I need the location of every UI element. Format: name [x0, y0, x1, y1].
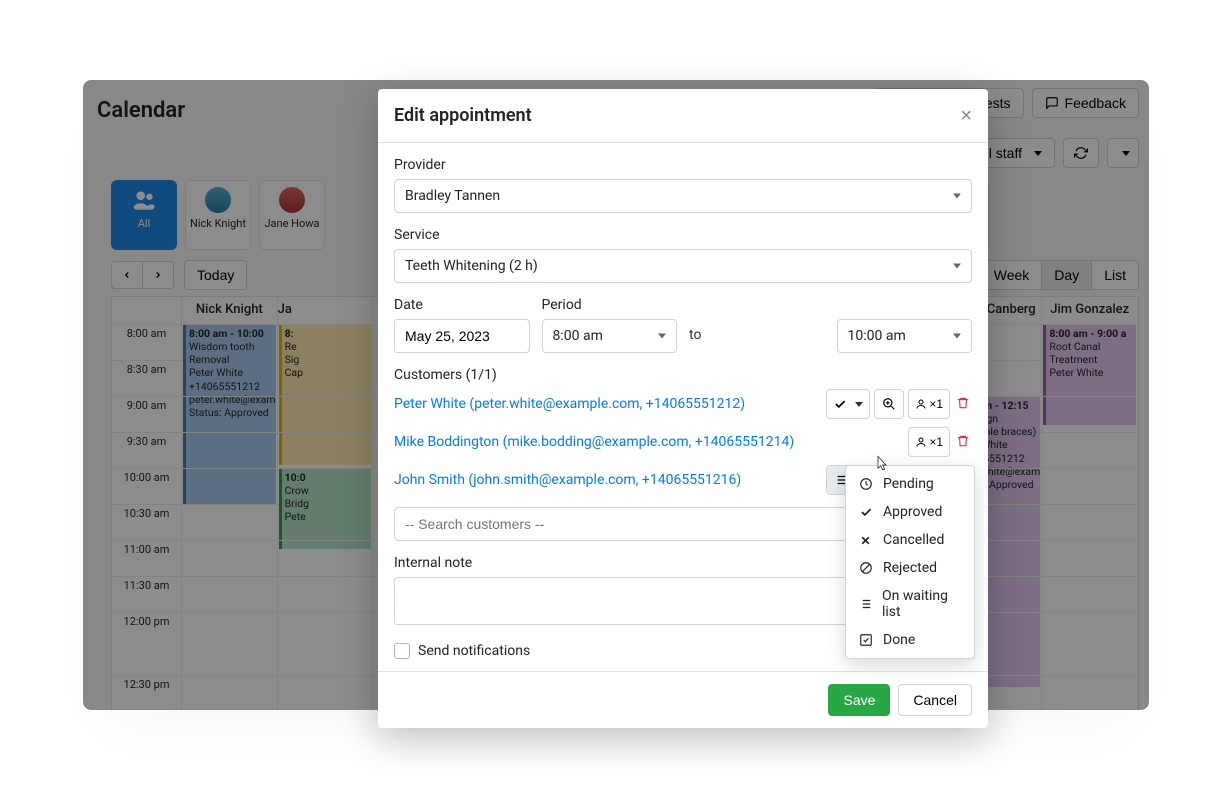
send-notifications-label: Send notifications [418, 643, 530, 659]
date-input[interactable] [394, 319, 530, 353]
status-option-cancelled[interactable]: Cancelled [846, 526, 974, 554]
status-option-waiting[interactable]: On waiting list [846, 582, 974, 626]
clock-icon [859, 477, 873, 491]
customer-row: Mike Boddington (mike.bodding@example.co… [394, 427, 972, 457]
check-square-icon [859, 633, 873, 647]
check-icon [833, 397, 847, 411]
delete-customer-button[interactable] [954, 431, 972, 454]
delete-customer-button[interactable] [954, 393, 972, 416]
close-button[interactable]: × [960, 106, 972, 126]
view-button[interactable] [874, 389, 904, 419]
user-icon [915, 436, 927, 448]
people-count-button[interactable]: ×1 [908, 389, 950, 419]
customer-link[interactable]: John Smith (john.smith@example.com, +140… [394, 472, 741, 488]
status-option-done[interactable]: Done [846, 626, 974, 654]
save-button[interactable]: Save [828, 684, 890, 716]
check-icon [859, 505, 873, 519]
provider-label: Provider [394, 157, 972, 173]
trash-icon [956, 396, 970, 410]
status-option-approved[interactable]: Approved [846, 498, 974, 526]
period-from-select[interactable]: 8:00 am [542, 319, 678, 353]
status-button[interactable] [826, 389, 870, 419]
caret-down-icon [855, 402, 863, 407]
status-dropdown: Pending Approved Cancelled Rejected On w… [845, 465, 975, 659]
service-select[interactable]: Teeth Whitening (2 h) [394, 249, 972, 283]
x-icon [859, 534, 872, 547]
people-count-button[interactable]: ×1 [908, 427, 950, 457]
search-user-icon [882, 397, 896, 411]
cancel-button[interactable]: Cancel [898, 684, 972, 716]
send-notifications-checkbox[interactable] [394, 643, 410, 659]
period-to-select[interactable]: 10:00 am [837, 319, 973, 353]
trash-icon [956, 434, 970, 448]
status-option-rejected[interactable]: Rejected [846, 554, 974, 582]
cursor-icon [874, 455, 890, 471]
customers-label: Customers (1/1) [394, 367, 972, 383]
modal-title: Edit appointment [394, 105, 532, 126]
customer-link[interactable]: Peter White (peter.white@example.com, +1… [394, 396, 745, 412]
ban-icon [859, 561, 873, 575]
date-label: Date [394, 297, 530, 313]
customer-link[interactable]: Mike Boddington (mike.bodding@example.co… [394, 434, 794, 450]
service-label: Service [394, 227, 972, 243]
to-label: to [689, 327, 825, 353]
user-icon [915, 398, 927, 410]
provider-select[interactable]: Bradley Tannen [394, 179, 972, 213]
period-label: Period [542, 297, 678, 313]
list-icon [858, 597, 872, 611]
status-option-pending[interactable]: Pending [846, 470, 974, 498]
customer-row: Peter White (peter.white@example.com, +1… [394, 389, 972, 419]
